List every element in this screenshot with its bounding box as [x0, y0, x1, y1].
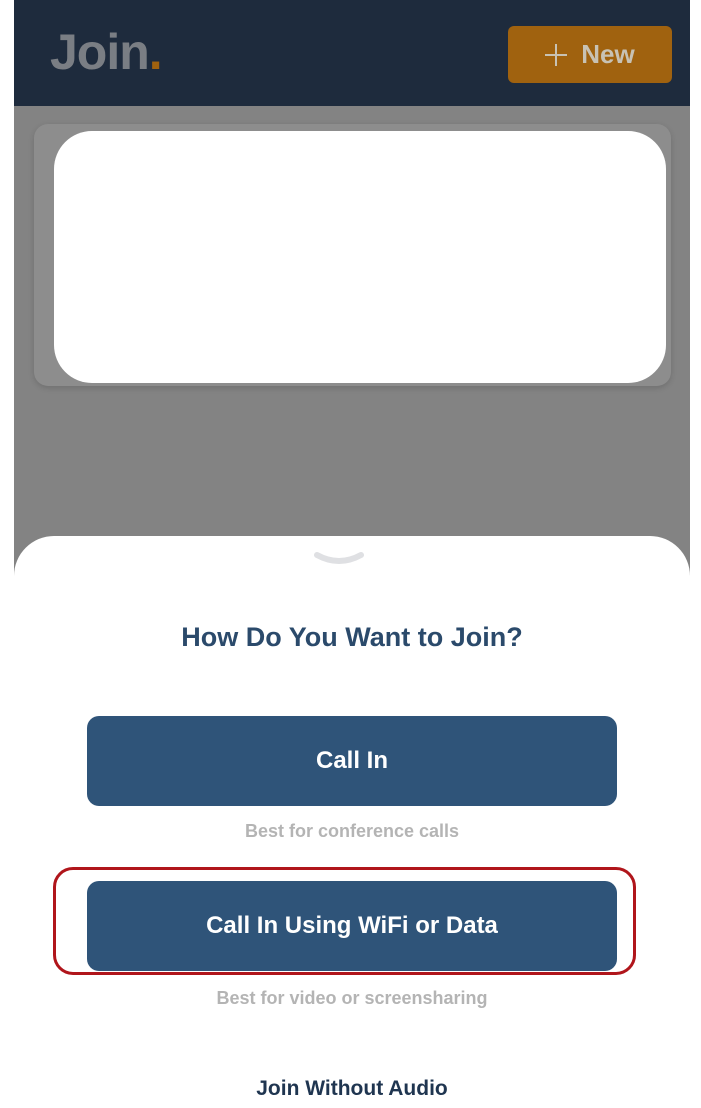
call-in-wifi-button[interactable]: Call In Using WiFi or Data	[87, 881, 617, 971]
plus-icon	[545, 43, 568, 66]
logo-text: Join	[50, 24, 150, 80]
join-options-sheet: How Do You Want to Join? Call In Best fo…	[14, 536, 690, 1108]
call-in-wifi-button-label: Call In Using WiFi or Data	[206, 912, 498, 939]
call-in-button[interactable]: Call In	[87, 716, 617, 806]
app-screen: Join. New How Do You Want to Join? Call …	[14, 0, 690, 1108]
chevron-down-icon[interactable]	[314, 550, 364, 570]
meeting-card	[54, 131, 666, 383]
call-in-caption: Best for conference calls	[244, 821, 460, 841]
new-button[interactable]: New	[508, 26, 672, 83]
app-logo: Join.	[50, 22, 163, 82]
call-in-wifi-caption: Best for video or screensharing	[216, 988, 488, 1008]
sheet-title: How Do You Want to Join?	[181, 622, 523, 652]
logo-dot: .	[148, 24, 163, 80]
new-button-label: New	[581, 39, 635, 69]
call-in-button-label: Call In	[315, 747, 388, 774]
app-header: Join. New	[14, 0, 690, 106]
join-without-audio-link[interactable]: Join Without Audio	[14, 1077, 690, 1101]
